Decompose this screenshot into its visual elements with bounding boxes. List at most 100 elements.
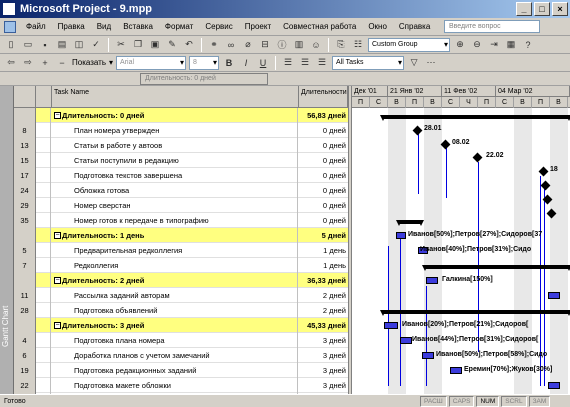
- publish-icon[interactable]: ☷: [351, 38, 365, 52]
- row-number[interactable]: 8: [14, 123, 36, 138]
- collapse-toggle-icon[interactable]: −: [54, 277, 61, 284]
- group-by-combo[interactable]: Custom Group: [368, 37, 450, 52]
- summary-bar[interactable]: [396, 220, 424, 226]
- duration-cell[interactable]: 36,33 дней: [299, 273, 348, 288]
- task-name-cell[interactable]: Подготовка редакционных заданий: [52, 363, 298, 378]
- help-search-input[interactable]: Введите вопрос: [444, 20, 540, 33]
- task-row[interactable]: 8 План номера утвержден 0 дней: [14, 123, 348, 138]
- task-bar[interactable]: [422, 352, 434, 359]
- collapse-toggle-icon[interactable]: −: [54, 232, 61, 239]
- close-button[interactable]: ×: [552, 2, 568, 16]
- document-icon[interactable]: [4, 20, 16, 33]
- task-bar[interactable]: [426, 277, 438, 284]
- row-number[interactable]: 13: [14, 138, 36, 153]
- paste-icon[interactable]: ▣: [148, 38, 162, 52]
- task-row[interactable]: 13 Статьи в работе у автоов 0 дней: [14, 138, 348, 153]
- duration-cell[interactable]: 0 дней: [299, 198, 348, 213]
- row-number[interactable]: 22: [14, 378, 36, 393]
- show-dropdown[interactable]: Показать: [72, 58, 106, 67]
- task-name-cell[interactable]: Предварительная редколлегия: [52, 243, 298, 258]
- duration-cell[interactable]: 0 дней: [299, 123, 348, 138]
- task-name-cell[interactable]: − Длительность: 0 дней: [52, 108, 298, 123]
- duration-cell[interactable]: 0 дней: [299, 168, 348, 183]
- duration-cell[interactable]: 56,83 дней: [299, 108, 348, 123]
- task-name-cell[interactable]: Подготовка макете обложки: [52, 378, 298, 393]
- menu-format[interactable]: Формат: [159, 22, 199, 31]
- row-number[interactable]: [14, 318, 36, 333]
- italic-icon[interactable]: I: [239, 56, 253, 70]
- select-all-cell[interactable]: [14, 86, 36, 108]
- task-name-cell[interactable]: Подготовка текстов завершена: [52, 168, 298, 183]
- duration-cell[interactable]: 0 дней: [299, 138, 348, 153]
- duration-cell[interactable]: 45,33 дней: [299, 318, 348, 333]
- row-number[interactable]: 5: [14, 243, 36, 258]
- gantt-wizard-icon[interactable]: ⋯: [424, 56, 438, 70]
- task-row[interactable]: 7 Редколлегия 1 день: [14, 258, 348, 273]
- menu-insert[interactable]: Вставка: [117, 22, 159, 31]
- duration-cell[interactable]: 2 дней: [299, 303, 348, 318]
- task-name-cell[interactable]: Подготовка плана номера: [52, 333, 298, 348]
- task-name-cell[interactable]: Редколлегия: [52, 258, 298, 273]
- duration-cell[interactable]: 3 дней: [299, 333, 348, 348]
- goto-task-icon[interactable]: ⇥: [487, 38, 501, 52]
- view-bar[interactable]: Gantt Chart: [0, 86, 14, 394]
- menu-tools[interactable]: Сервис: [199, 22, 238, 31]
- task-bar[interactable]: [548, 292, 560, 299]
- task-name-cell[interactable]: Номер сверстан: [52, 198, 298, 213]
- task-name-cell[interactable]: Доработка планов с учетом замечаний: [52, 348, 298, 363]
- open-icon[interactable]: ▭: [21, 38, 35, 52]
- row-number[interactable]: 35: [14, 213, 36, 228]
- summary-bar[interactable]: [380, 115, 570, 121]
- row-number[interactable]: 7: [14, 258, 36, 273]
- summary-bar[interactable]: [380, 310, 570, 316]
- row-number[interactable]: [14, 273, 36, 288]
- menu-project[interactable]: Проект: [239, 22, 277, 31]
- row-number[interactable]: 6: [14, 348, 36, 363]
- zoom-out-icon[interactable]: ⊖: [470, 38, 484, 52]
- collapse-toggle-icon[interactable]: −: [54, 112, 61, 119]
- duration-header[interactable]: Длительности: [299, 86, 348, 108]
- maximize-button[interactable]: □: [534, 2, 550, 16]
- task-name-cell[interactable]: Рассылка заданий авторам: [52, 288, 298, 303]
- align-center-icon[interactable]: ☰: [298, 56, 312, 70]
- indicators-header[interactable]: [36, 86, 52, 108]
- menu-collaborate[interactable]: Совместная работа: [277, 22, 362, 31]
- split-task-icon[interactable]: ⊟: [258, 38, 272, 52]
- duration-cell[interactable]: 0 дней: [299, 213, 348, 228]
- minimize-button[interactable]: _: [516, 2, 532, 16]
- task-name-cell[interactable]: − Длительность: 1 день: [52, 228, 298, 243]
- task-row[interactable]: 19 Подготовка редакционных заданий 3 дней: [14, 363, 348, 378]
- entry-field[interactable]: Длительность: 0 дней: [140, 73, 268, 85]
- duration-cell[interactable]: 1 день: [299, 243, 348, 258]
- task-row[interactable]: 24 Обложка готова 0 дней: [14, 183, 348, 198]
- menu-help[interactable]: Справка: [393, 22, 436, 31]
- task-row[interactable]: 28 Подготовка объявлений 2 дней: [14, 303, 348, 318]
- group-summary-row[interactable]: − Длительность: 0 дней 56,83 дней: [14, 108, 348, 123]
- font-combo[interactable]: Arial: [116, 55, 187, 70]
- duration-cell[interactable]: 0 дней: [299, 183, 348, 198]
- hyperlink-icon[interactable]: ⚭: [207, 38, 221, 52]
- task-name-cell[interactable]: Статьи в работе у автоов: [52, 138, 298, 153]
- row-number[interactable]: 15: [14, 153, 36, 168]
- row-number[interactable]: 17: [14, 168, 36, 183]
- summary-bar[interactable]: [422, 265, 570, 271]
- task-name-cell[interactable]: План номера утвержден: [52, 123, 298, 138]
- project-app-icon[interactable]: [2, 2, 16, 16]
- zoom-in-icon[interactable]: ⊕: [453, 38, 467, 52]
- copy-view-icon[interactable]: ▦: [504, 38, 518, 52]
- task-row[interactable]: 6 Доработка планов с учетом замечаний 3 дн…: [14, 348, 348, 363]
- outdent-icon[interactable]: ⇦: [4, 56, 18, 70]
- task-bar[interactable]: [450, 367, 462, 374]
- task-info-icon[interactable]: ⓘ: [275, 38, 289, 52]
- collapse-toggle-icon[interactable]: −: [54, 322, 61, 329]
- group-summary-row[interactable]: − Длительность: 3 дней 45,33 дней: [14, 318, 348, 333]
- print-icon[interactable]: ▤: [55, 38, 69, 52]
- duration-cell[interactable]: 3 дней: [299, 348, 348, 363]
- task-row[interactable]: 29 Номер сверстан 0 дней: [14, 198, 348, 213]
- task-row[interactable]: 15 Статьи поступили в редакцию 0 дней: [14, 153, 348, 168]
- cut-icon[interactable]: ✂: [114, 38, 128, 52]
- copy-icon[interactable]: ❐: [131, 38, 145, 52]
- task-row[interactable]: 17 Подготовка текстов завершена 0 дней: [14, 168, 348, 183]
- format-painter-icon[interactable]: ✎: [165, 38, 179, 52]
- underline-icon[interactable]: U: [256, 56, 270, 70]
